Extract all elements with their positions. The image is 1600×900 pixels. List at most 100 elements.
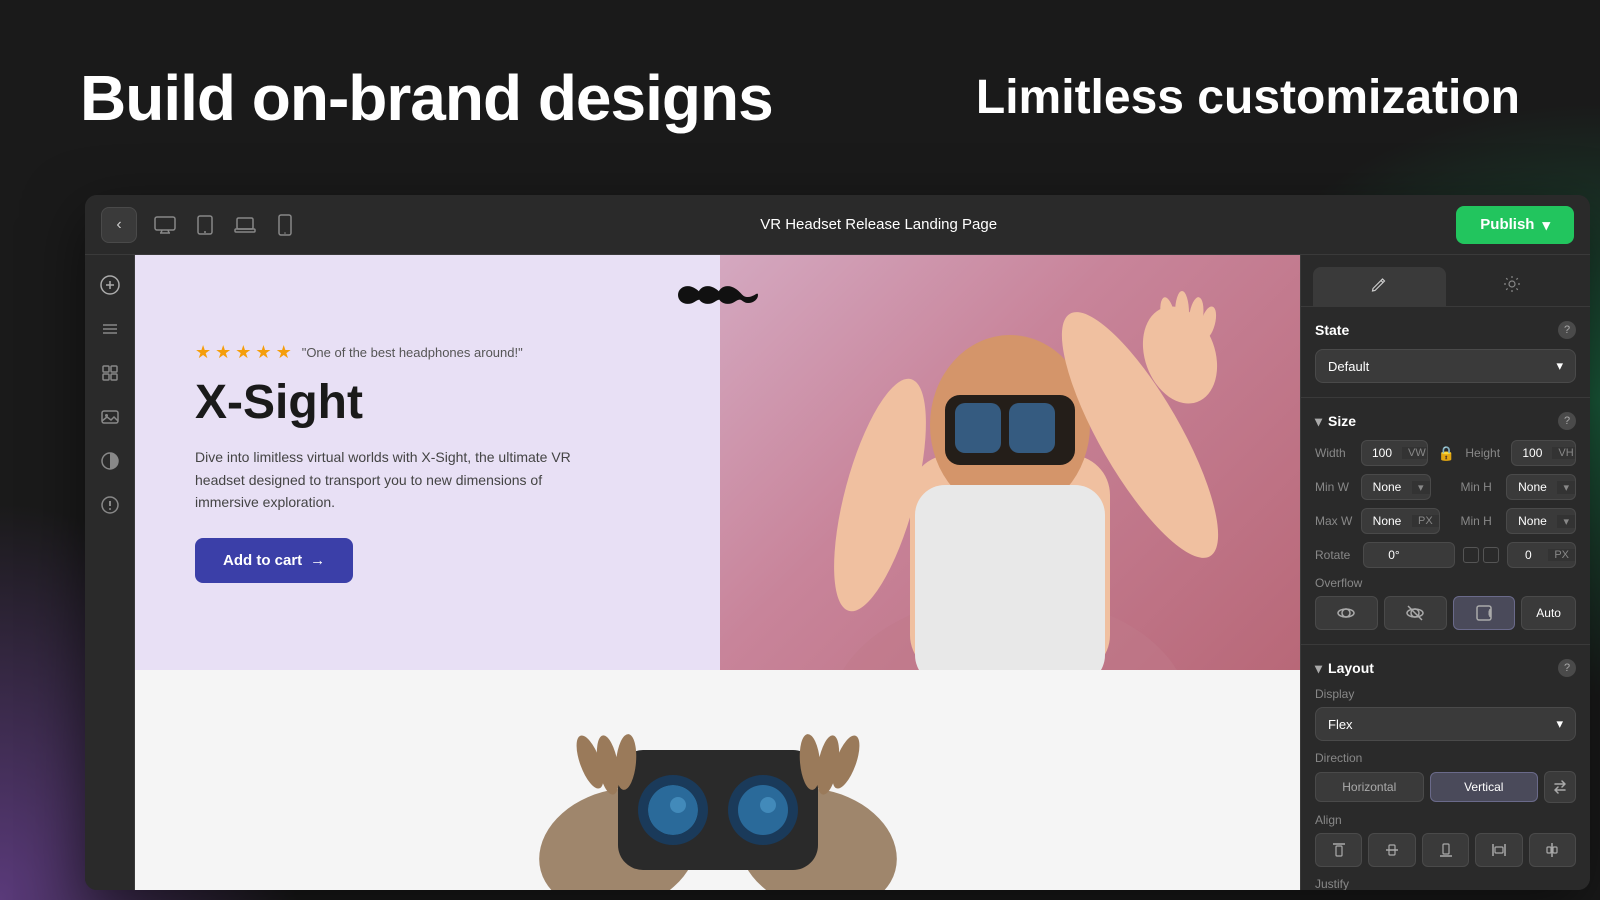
overflow-visible-btn[interactable] bbox=[1315, 596, 1378, 630]
state-header: State ? bbox=[1315, 321, 1576, 339]
align-space-btn[interactable] bbox=[1529, 833, 1576, 867]
align-bottom-btn[interactable] bbox=[1422, 833, 1469, 867]
sidebar-contrast-icon[interactable] bbox=[92, 443, 128, 479]
editor-body: ★ ★ ★ ★ ★ "One of the best headphones ar… bbox=[85, 255, 1590, 890]
publish-button[interactable]: Publish ▾ bbox=[1456, 206, 1574, 244]
landing-preview: ★ ★ ★ ★ ★ "One of the best headphones ar… bbox=[135, 255, 1300, 890]
max-h-input-group: ▾ bbox=[1506, 508, 1576, 534]
align-stretch-btn[interactable] bbox=[1475, 833, 1522, 867]
size-title: ▾ Size bbox=[1315, 413, 1356, 430]
layout-section: ▾ Layout ? Display Flex ▾ Direction Hori… bbox=[1301, 645, 1590, 890]
publish-label: Publish bbox=[1480, 216, 1534, 233]
laptop-icon[interactable] bbox=[229, 209, 261, 241]
overflow-auto-btn[interactable]: Auto bbox=[1521, 596, 1576, 630]
checkbox-1[interactable] bbox=[1463, 547, 1479, 563]
max-w-input-group: PX bbox=[1361, 508, 1440, 534]
product-name: X-Sight bbox=[195, 375, 575, 430]
cta-arrow: → bbox=[310, 552, 325, 569]
max-h-input[interactable] bbox=[1507, 509, 1557, 533]
max-h-arrow[interactable]: ▾ bbox=[1557, 515, 1575, 528]
display-dropdown[interactable]: Flex ▾ bbox=[1315, 707, 1576, 741]
min-w-input-group: ▾ bbox=[1361, 474, 1431, 500]
sidebar-components-icon[interactable] bbox=[92, 355, 128, 391]
state-value: Default bbox=[1328, 359, 1369, 374]
star-5: ★ bbox=[276, 342, 292, 363]
overflow-buttons: Auto bbox=[1315, 596, 1576, 630]
add-to-cart-label: Add to cart bbox=[223, 552, 302, 569]
height-input-group: VH bbox=[1511, 440, 1576, 466]
hero-content: ★ ★ ★ ★ ★ "One of the best headphones ar… bbox=[135, 302, 635, 622]
size-header: ▾ Size ? bbox=[1315, 412, 1576, 430]
sidebar-media-icon[interactable] bbox=[92, 399, 128, 435]
align-buttons bbox=[1315, 833, 1576, 867]
hero-image-bg bbox=[720, 255, 1300, 670]
align-label: Align bbox=[1315, 813, 1576, 827]
checkbox-group bbox=[1463, 547, 1499, 563]
max-h-label: Min H bbox=[1460, 514, 1500, 528]
width-height-row: Width VW 🔒 Height VH bbox=[1315, 440, 1576, 466]
desktop-icon[interactable] bbox=[149, 209, 181, 241]
star-4: ★ bbox=[255, 342, 271, 363]
editor-container: ‹ bbox=[85, 195, 1590, 890]
align-center-btn[interactable] bbox=[1368, 833, 1415, 867]
size-arrow: ▾ bbox=[1315, 413, 1322, 430]
product-description: Dive into limitless virtual worlds with … bbox=[195, 446, 575, 513]
star-2: ★ bbox=[215, 342, 231, 363]
brand-logo bbox=[658, 275, 778, 315]
width-input-group: VW bbox=[1361, 440, 1428, 466]
tablet-icon[interactable] bbox=[189, 209, 221, 241]
width-input[interactable] bbox=[1362, 441, 1402, 465]
display-label: Display bbox=[1315, 687, 1576, 701]
sidebar-layers-icon[interactable] bbox=[92, 311, 128, 347]
overflow-scroll-btn[interactable] bbox=[1453, 596, 1516, 630]
settings-tab[interactable] bbox=[1446, 267, 1579, 306]
right-panel: State ? Default ▾ ▾ Size bbox=[1300, 255, 1590, 890]
state-help-icon: ? bbox=[1558, 321, 1576, 339]
horizontal-btn[interactable]: Horizontal bbox=[1315, 772, 1424, 802]
max-w-unit: PX bbox=[1412, 515, 1439, 527]
rotate-input[interactable] bbox=[1364, 543, 1424, 567]
panel-tabs bbox=[1301, 255, 1590, 307]
publish-dropdown-arrow: ▾ bbox=[1542, 216, 1550, 234]
vertical-btn[interactable]: Vertical bbox=[1430, 772, 1539, 802]
checkbox-2[interactable] bbox=[1483, 547, 1499, 563]
layout-title: ▾ Layout bbox=[1315, 660, 1374, 677]
max-w-input[interactable] bbox=[1362, 509, 1412, 533]
mobile-icon[interactable] bbox=[269, 209, 301, 241]
justify-label: Justify bbox=[1315, 877, 1576, 890]
align-top-btn[interactable] bbox=[1315, 833, 1362, 867]
add-to-cart-button[interactable]: Add to cart → bbox=[195, 538, 353, 583]
width-unit: VW bbox=[1402, 447, 1428, 459]
min-w-arrow[interactable]: ▾ bbox=[1412, 481, 1430, 494]
rotate-num-input[interactable] bbox=[1508, 543, 1548, 567]
editor-toolbar: ‹ bbox=[85, 195, 1590, 255]
height-input[interactable] bbox=[1512, 441, 1552, 465]
max-w-label: Max W bbox=[1315, 514, 1355, 528]
state-section: State ? Default ▾ bbox=[1301, 307, 1590, 398]
review-text: "One of the best headphones around!" bbox=[302, 345, 523, 360]
layout-header: ▾ Layout ? bbox=[1315, 659, 1576, 677]
overflow-hidden-btn[interactable] bbox=[1384, 596, 1447, 630]
back-button[interactable]: ‹ bbox=[101, 207, 137, 243]
hero-subtitle: Limitless customization bbox=[976, 70, 1520, 125]
star-1: ★ bbox=[195, 342, 211, 363]
min-h-input[interactable] bbox=[1507, 475, 1557, 499]
state-title: State bbox=[1315, 322, 1349, 338]
settings-icon bbox=[1503, 275, 1521, 298]
sidebar-add-icon[interactable] bbox=[92, 267, 128, 303]
edit-tab[interactable] bbox=[1313, 267, 1446, 306]
layout-arrow: ▾ bbox=[1315, 660, 1322, 677]
width-label: Width bbox=[1315, 446, 1355, 460]
direction-buttons: Horizontal Vertical bbox=[1315, 771, 1576, 803]
state-dropdown[interactable]: Default ▾ bbox=[1315, 349, 1576, 383]
state-arrow: ▾ bbox=[1556, 358, 1563, 374]
rotate-unit: PX bbox=[1548, 549, 1575, 561]
layout-help-icon: ? bbox=[1558, 659, 1576, 677]
sidebar-alert-icon[interactable] bbox=[92, 487, 128, 523]
min-h-input-group: ▾ bbox=[1506, 474, 1576, 500]
min-w-input[interactable] bbox=[1362, 475, 1412, 499]
min-h-arrow[interactable]: ▾ bbox=[1557, 481, 1575, 494]
rotate-row: Rotate PX bbox=[1315, 542, 1576, 568]
max-w-h-row: Max W PX Min H ▾ bbox=[1315, 508, 1576, 534]
dir-swap-btn[interactable] bbox=[1544, 771, 1576, 803]
